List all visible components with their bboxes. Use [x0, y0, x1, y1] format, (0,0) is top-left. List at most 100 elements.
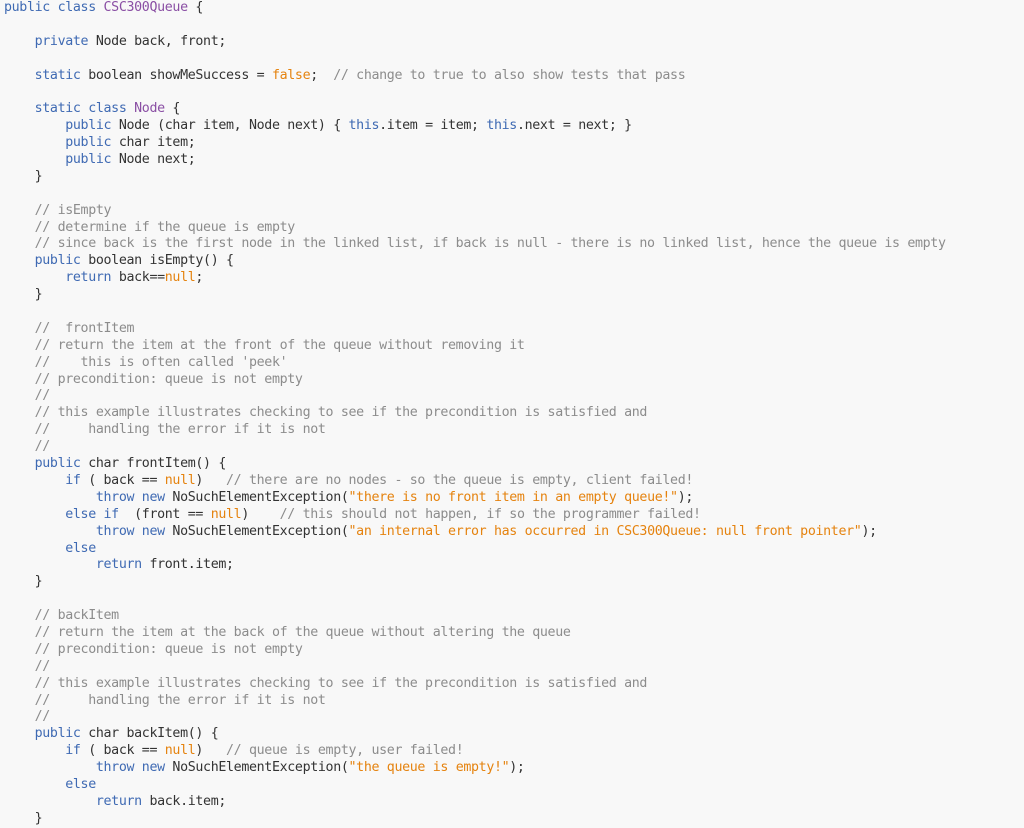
code-token: ); [861, 523, 877, 539]
keyword-token: public [34, 726, 81, 742]
comment-token: // queue is empty, user failed! [226, 743, 464, 759]
code-token: Node (char item, Node next) { [111, 118, 349, 134]
code-token: (front == [118, 506, 211, 522]
keyword-token: else [65, 540, 96, 556]
code-token: ; [195, 270, 204, 286]
string-token: "there is no front item in an empty queu… [348, 489, 679, 505]
code-token: } [4, 168, 43, 184]
code-line: else if (front == null) // this should n… [4, 507, 1024, 524]
keyword-token: return [65, 270, 112, 286]
code-token: NoSuchElementException( [164, 760, 349, 776]
code-line: throw new NoSuchElementException("there … [4, 490, 1024, 507]
code-line: // [4, 659, 1024, 676]
comment-token: // backItem [34, 608, 120, 624]
code-token: front.item; [141, 557, 234, 573]
code-line: // this example illustrates checking to … [4, 676, 1024, 693]
comment-token: // return the item at the back of the qu… [34, 624, 571, 640]
keyword-token: if [65, 743, 81, 759]
comment-token: // this is often called 'peek' [34, 354, 288, 370]
code-line: return back.item; [4, 794, 1024, 811]
class-name-token: Node [134, 101, 165, 117]
code-line: // frontItem [4, 321, 1024, 338]
code-line: public class CSC300Queue { [4, 0, 1024, 17]
keyword-token: public [34, 456, 81, 472]
code-token: ( back == [80, 472, 165, 488]
keyword-token: else [65, 776, 96, 792]
code-token: } [4, 574, 43, 590]
code-line: public Node (char item, Node next) { thi… [4, 118, 1024, 135]
keyword-token: private [34, 33, 89, 49]
code-token: NoSuchElementException( [164, 489, 349, 505]
code-token: { [187, 0, 204, 15]
code-token: Node back, front; [88, 33, 227, 49]
code-line: // since back is the first node in the l… [4, 236, 1024, 253]
literal-token: null [164, 743, 196, 759]
code-token: } [4, 810, 43, 826]
code-token: char frontItem() { [80, 456, 227, 472]
keyword-token: public [65, 152, 112, 168]
code-line: // [4, 388, 1024, 405]
code-line: throw new NoSuchElementException("an int… [4, 524, 1024, 541]
keyword-token: static class [34, 101, 135, 117]
literal-token: null [164, 472, 196, 488]
code-line: // isEmpty [4, 203, 1024, 220]
string-token: "the queue is empty!" [348, 760, 510, 776]
code-line: if ( back == null) // queue is empty, us… [4, 743, 1024, 760]
code-token: { [164, 101, 181, 117]
keyword-token: throw new [95, 760, 165, 776]
code-line: static class Node { [4, 101, 1024, 118]
code-line: else [4, 777, 1024, 794]
comment-token: // precondition: queue is not empty [34, 641, 303, 657]
keyword-token: this [486, 118, 517, 134]
comment-token: // return the item at the front of the q… [34, 337, 525, 353]
comment-token: // this example illustrates checking to … [34, 675, 648, 691]
keyword-token: static [34, 67, 81, 83]
code-line: private Node back, front; [4, 34, 1024, 51]
code-token: char backItem() { [80, 726, 219, 742]
code-line: // determine if the queue is empty [4, 220, 1024, 237]
comment-token: // this example illustrates checking to … [34, 405, 648, 421]
code-line: // precondition: queue is not empty [4, 372, 1024, 389]
code-token: ); [677, 489, 694, 505]
code-line: public char item; [4, 135, 1024, 152]
code-token: Node next; [111, 152, 196, 168]
comment-token: // isEmpty [34, 202, 112, 218]
keyword-token: this [348, 118, 380, 134]
code-token: back.item; [141, 793, 227, 809]
comment-token: // handling the error if it is not [34, 692, 326, 708]
code-line: // [4, 439, 1024, 456]
code-line: static boolean showMeSuccess = false; //… [4, 68, 1024, 85]
literal-token: false [271, 67, 311, 83]
